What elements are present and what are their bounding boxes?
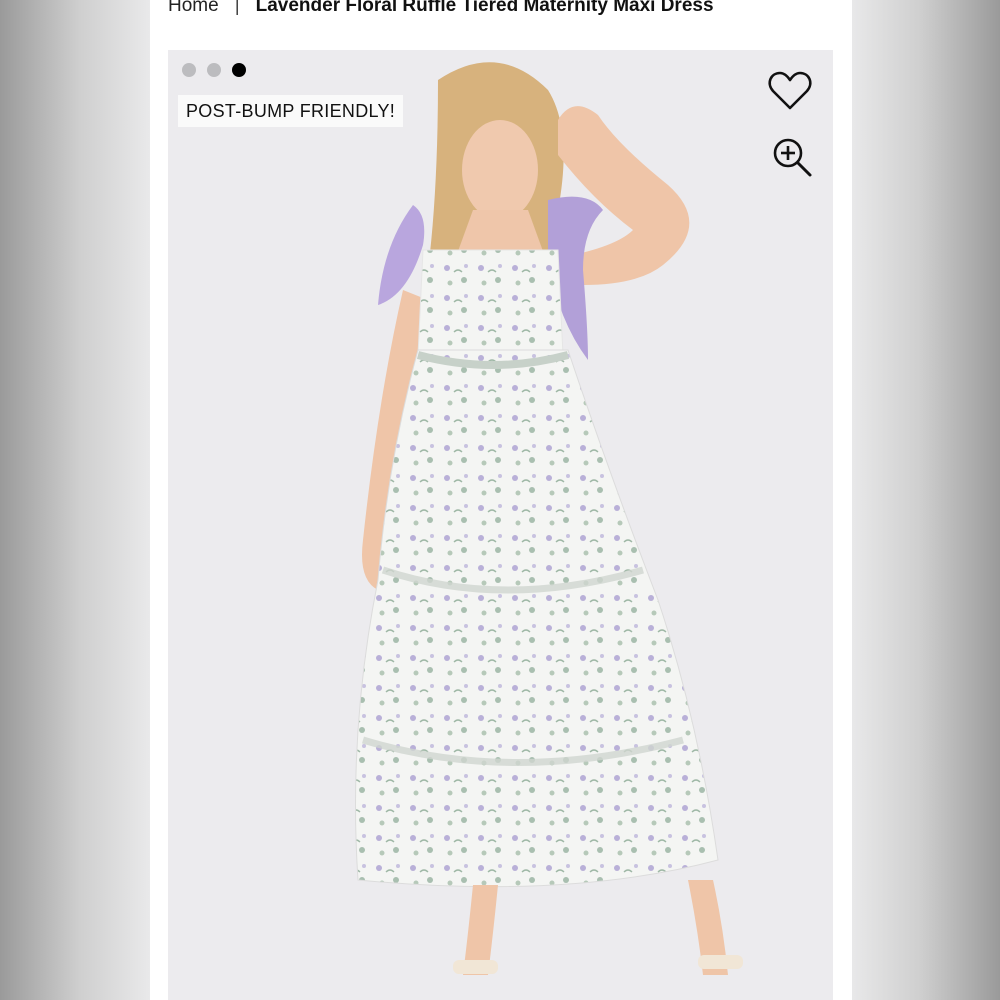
carousel-dot[interactable] bbox=[182, 63, 196, 77]
breadcrumb-current-page: Lavender Floral Ruffle Tiered Maternity … bbox=[255, 0, 714, 16]
zoom-in-icon bbox=[773, 138, 812, 177]
breadcrumb: Home | Lavender Floral Ruffle Tiered Mat… bbox=[168, 0, 714, 20]
carousel-dot[interactable] bbox=[207, 63, 221, 77]
breadcrumb-home-link[interactable]: Home bbox=[168, 0, 219, 17]
carousel-dots bbox=[182, 63, 246, 77]
product-card: Home | Lavender Floral Ruffle Tiered Mat… bbox=[150, 0, 852, 1000]
heart-outline-icon bbox=[768, 71, 812, 110]
product-image-gallery[interactable]: POST-BUMP FRIENDLY! bbox=[168, 50, 833, 1000]
carousel-dot-active[interactable] bbox=[232, 63, 246, 77]
breadcrumb-separator: | bbox=[234, 0, 240, 16]
wishlist-button[interactable] bbox=[767, 70, 815, 114]
zoom-button[interactable] bbox=[771, 136, 815, 180]
post-bump-badge: POST-BUMP FRIENDLY! bbox=[178, 95, 404, 127]
product-photo bbox=[355, 62, 743, 975]
